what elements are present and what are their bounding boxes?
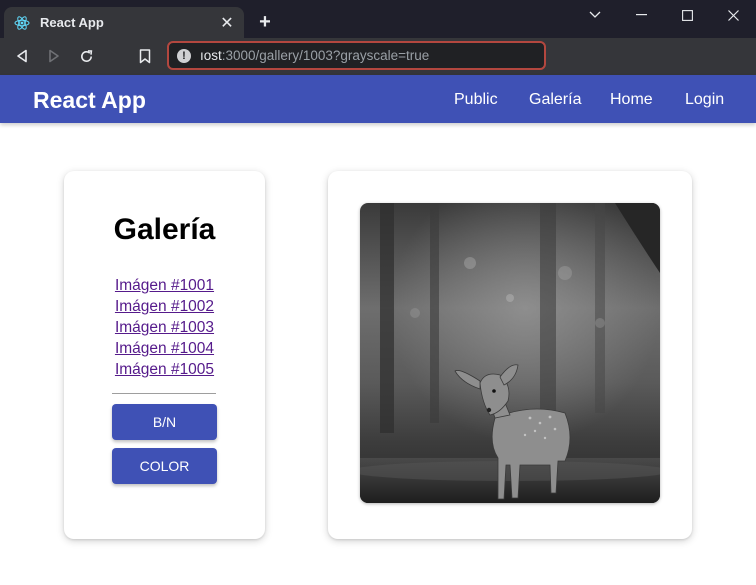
page-content: React App Public Galería Home Login Gale… [0,75,756,585]
new-tab-button[interactable]: + [254,11,276,33]
gallery-image [360,203,660,503]
image-link-1005[interactable]: Imágen #1005 [64,359,265,380]
url-host: ıost [200,48,222,63]
image-link-1002[interactable]: Imágen #1002 [64,296,265,317]
image-link-1004[interactable]: Imágen #1004 [64,338,265,359]
app-bar: React App Public Galería Home Login [0,75,756,123]
divider [112,393,216,394]
tab-title: React App [40,15,104,30]
tab-search-icon[interactable] [572,0,618,30]
maximize-icon[interactable] [664,0,710,30]
gallery-menu-card: Galería Imágen #1001 Imágen #1002 Imágen… [64,171,265,539]
app-brand[interactable]: React App [33,87,146,114]
gallery-title: Galería [113,213,216,246]
image-card [328,171,692,539]
forward-icon[interactable] [42,45,66,67]
browser-tab[interactable]: React App ✕ [4,7,244,38]
bookmark-icon[interactable] [133,45,157,67]
site-info-icon[interactable]: ! [177,48,191,63]
url-path: :3000/gallery/1003?grayscale=true [221,48,430,63]
browser-tabstrip: React App ✕ + [0,0,756,38]
back-icon[interactable] [10,45,34,67]
image-link-1003[interactable]: Imágen #1003 [64,317,265,338]
nav-login[interactable]: Login [685,91,724,109]
url-text: ıost:3000/gallery/1003?grayscale=true [200,48,429,63]
minimize-icon[interactable] [618,0,664,30]
reload-icon[interactable] [74,45,98,67]
tab-close-icon[interactable]: ✕ [218,13,236,33]
color-button[interactable]: COLOR [112,448,217,484]
image-link-list: Imágen #1001 Imágen #1002 Imágen #1003 I… [64,275,265,380]
deer-photo-illustration [360,203,660,503]
nav-public[interactable]: Public [454,91,498,109]
close-window-icon[interactable] [710,0,756,30]
nav-home[interactable]: Home [610,91,653,109]
image-link-1001[interactable]: Imágen #1001 [64,275,265,296]
react-logo-icon [14,15,30,31]
bw-button[interactable]: B/N [112,404,217,440]
browser-toolbar: ! ıost:3000/gallery/1003?grayscale=true [0,38,756,75]
address-bar[interactable]: ! ıost:3000/gallery/1003?grayscale=true [167,41,546,70]
nav-galeria[interactable]: Galería [529,91,581,109]
